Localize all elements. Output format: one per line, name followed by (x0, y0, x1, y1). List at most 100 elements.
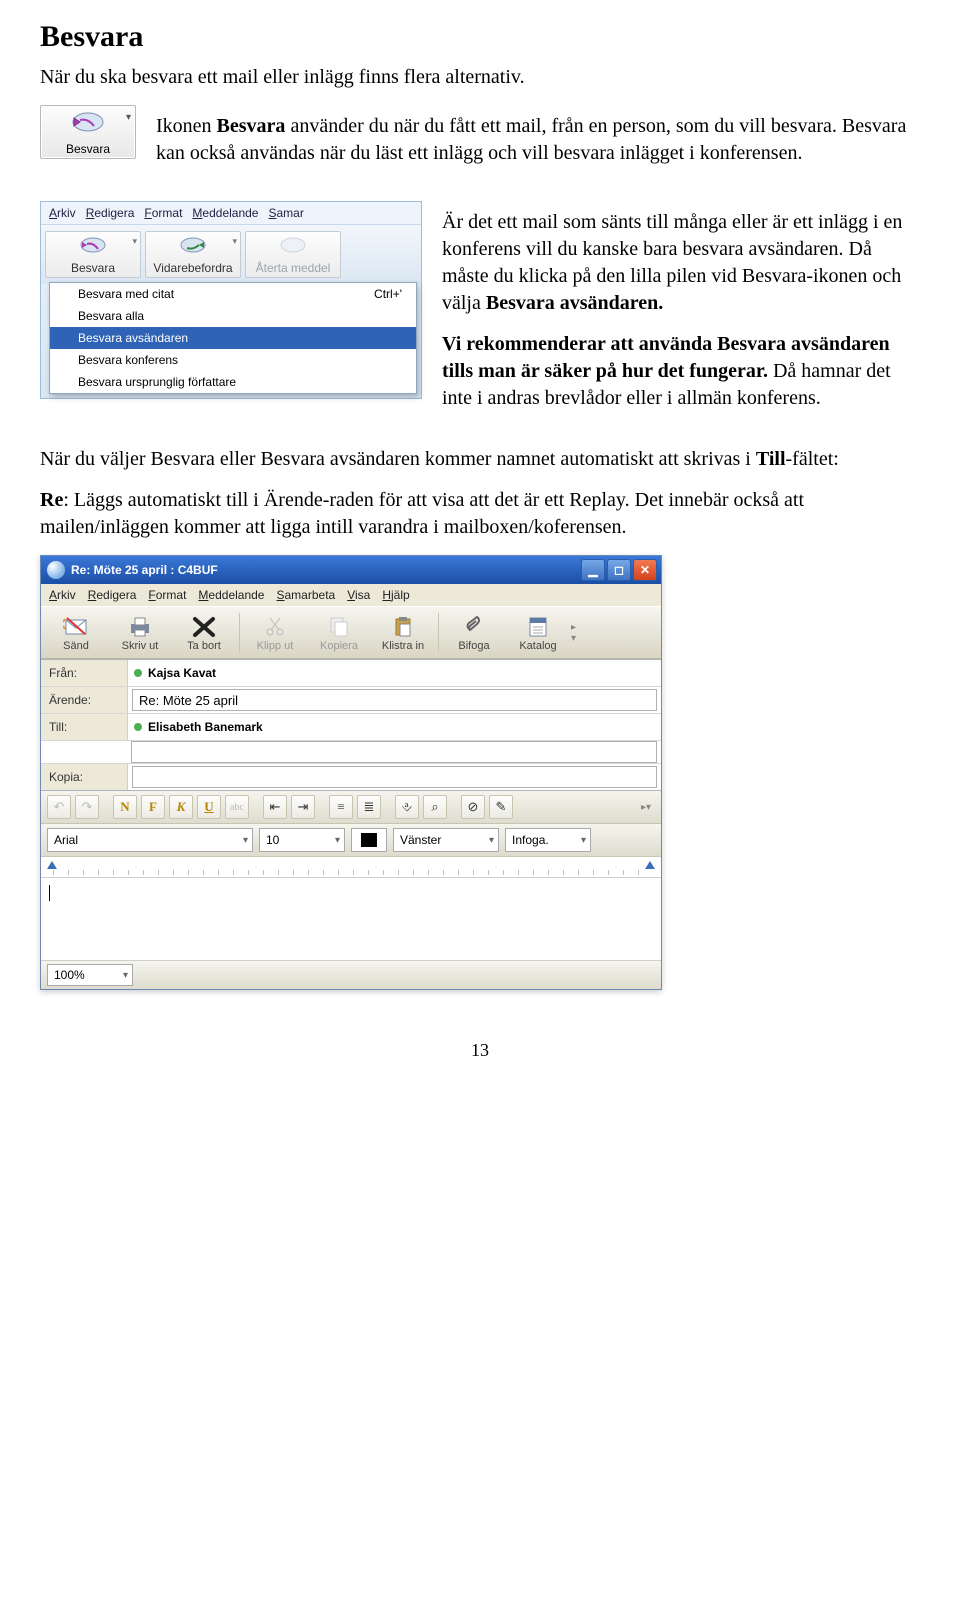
maximize-button[interactable]: ◻ (607, 559, 631, 581)
toolbar-overflow-icon[interactable]: ▸▾ (641, 802, 655, 813)
menu-visa[interactable]: Visa (347, 588, 370, 602)
toolbar-bifoga[interactable]: Bifoga (443, 611, 505, 654)
toolbar-label: Återta meddel (248, 261, 338, 275)
insert-button[interactable]: ⎀ (395, 795, 419, 819)
paragraph-4: När du väljer Besvara eller Besvara avsä… (40, 446, 920, 473)
ruler[interactable] (41, 857, 661, 878)
fontsize-select[interactable]: 10 (259, 828, 345, 852)
toolbar-katalog[interactable]: Katalog (507, 611, 569, 654)
block-button[interactable]: ⊘ (461, 795, 485, 819)
to-extra-input[interactable] (131, 741, 657, 763)
menubar: Arkiv Redigera Format Meddelande Samar (41, 202, 421, 224)
menu-item-besvara-alla[interactable]: Besvara alla (50, 305, 416, 327)
color-select[interactable] (351, 828, 387, 852)
cut-icon (261, 613, 289, 639)
toolbar-tabort[interactable]: Ta bort (173, 611, 235, 654)
indent-button[interactable]: ⇥ (291, 795, 315, 819)
toolbar-label: Vidarebefordra (148, 261, 238, 275)
menu-item-besvara-citat[interactable]: Besvara med citat Ctrl+' (50, 283, 416, 305)
menu-meddelande[interactable]: Meddelande (198, 588, 264, 602)
underline-button[interactable]: U (197, 795, 221, 819)
italic-button[interactable]: K (169, 795, 193, 819)
toolbar-vidarebefordra[interactable]: ▾ Vidarebefordra (145, 231, 241, 278)
reply-icon (68, 110, 108, 140)
font-select[interactable]: Arial (47, 828, 253, 852)
toolbar-sand[interactable]: Sänd (45, 611, 107, 654)
strike-button[interactable]: abc (225, 795, 249, 819)
attach-icon (460, 613, 488, 639)
besvara-button-label: Besvara (43, 142, 133, 156)
compose-menubar: Arkiv Redigera Format Meddelande Samarbe… (41, 584, 661, 606)
text-caret (49, 885, 50, 901)
insert-select[interactable]: Infoga. (505, 828, 591, 852)
menu-item-besvara-avsandaren[interactable]: Besvara avsändaren (50, 327, 416, 349)
toolbar: ▾ Besvara ▾ Vidarebefordra (41, 224, 421, 284)
minimize-button[interactable]: ▁ (581, 559, 605, 581)
from-label: Från: (41, 660, 128, 686)
paragraph-5: Re: Läggs automatiskt till i Ärende-rade… (40, 487, 920, 541)
toolbar-besvara[interactable]: ▾ Besvara (45, 231, 141, 278)
menu-arkiv[interactable]: Arkiv (49, 588, 76, 602)
outdent-button[interactable]: ⇤ (263, 795, 287, 819)
undo-button[interactable]: ↶ (47, 795, 71, 819)
retract-icon (276, 235, 310, 259)
menu-arkiv[interactable]: Arkiv (49, 206, 76, 220)
paragraph-2: Är det ett mail som sänts till många ell… (442, 209, 920, 317)
format-toolbar-1: ↶ ↷ N F K U abc ⇤ ⇥ ≡ ≣ ⎀ ⌕ ⊘ ✎ ▸▾ (41, 791, 661, 824)
paste-icon (389, 613, 417, 639)
menu-format[interactable]: Format (148, 588, 186, 602)
print-icon (126, 613, 154, 639)
to-value[interactable]: Elisabeth Banemark (132, 716, 657, 738)
toolbar-skrivut[interactable]: Skriv ut (109, 611, 171, 654)
toolbar-overflow-icon[interactable]: ▸▾ (571, 611, 585, 654)
toolbar-klipput: Klipp ut (244, 611, 306, 654)
page-number: 13 (40, 1040, 920, 1061)
catalog-icon (524, 613, 552, 639)
bullet-list-button[interactable]: ≡ (329, 795, 353, 819)
intro-paragraph: När du ska besvara ett mail eller inlägg… (40, 64, 920, 91)
menu-meddelande[interactable]: Meddelande (192, 206, 258, 220)
menu-redigera[interactable]: Redigera (88, 588, 137, 602)
titlebar: Re: Möte 25 april : C4BUF ▁ ◻ ✕ (41, 556, 661, 584)
besvara-dropdown-menu: Besvara med citat Ctrl+' Besvara alla Be… (49, 282, 417, 394)
paragraph-3: Vi rekommenderar att använda Besvara avs… (442, 331, 920, 412)
cc-input[interactable] (132, 766, 657, 788)
message-headers: Från: Kajsa Kavat Ärende: Till: Elisabet… (41, 659, 661, 791)
delete-icon (190, 613, 218, 639)
align-select[interactable]: Vänster (393, 828, 499, 852)
chevron-down-icon[interactable]: ▾ (132, 236, 137, 247)
toolbar-kopiera: Kopiera (308, 611, 370, 654)
forward-icon (176, 235, 210, 259)
menu-hjalp[interactable]: Hjälp (382, 588, 409, 602)
menu-item-besvara-ursprunglig[interactable]: Besvara ursprunglig författare (50, 371, 416, 393)
chevron-down-icon[interactable]: ▾ (232, 236, 237, 247)
paragraph-1: Ikonen Besvara använder du när du fått e… (156, 113, 920, 167)
page-heading: Besvara (40, 20, 920, 54)
number-list-button[interactable]: ≣ (357, 795, 381, 819)
chevron-down-icon[interactable]: ▾ (126, 112, 131, 123)
compose-toolbar: Sänd Skriv ut Ta bort Klipp ut Kopiera K… (41, 606, 661, 659)
find-button[interactable]: ⌕ (423, 795, 447, 819)
close-button[interactable]: ✕ (633, 559, 657, 581)
menu-format[interactable]: Format (144, 206, 182, 220)
subject-input[interactable] (132, 689, 657, 711)
shortcut-label: Ctrl+' (374, 287, 402, 301)
menu-item-besvara-konferens[interactable]: Besvara konferens (50, 349, 416, 371)
highlight-button[interactable]: ✎ (489, 795, 513, 819)
to-label: Till: (41, 714, 128, 740)
toolbar-klistrain[interactable]: Klistra in (372, 611, 434, 654)
menu-samarbeta[interactable]: Samarbeta (276, 588, 335, 602)
zoom-select[interactable]: 100% (47, 964, 133, 986)
reply-dropdown-screenshot: Arkiv Redigera Format Meddelande Samar ▾… (40, 201, 422, 399)
window-icon (47, 561, 65, 579)
besvara-toolbar-button[interactable]: ▾ Besvara (40, 105, 136, 159)
menu-redigera[interactable]: Redigera (86, 206, 135, 220)
bold-f-button[interactable]: F (141, 795, 165, 819)
presence-icon (134, 723, 142, 731)
from-value: Kajsa Kavat (132, 662, 657, 684)
menu-samarbeta[interactable]: Samar (268, 206, 303, 220)
bold-button[interactable]: N (113, 795, 137, 819)
redo-button[interactable]: ↷ (75, 795, 99, 819)
message-body-editor[interactable] (41, 878, 661, 961)
toolbar-label: Besvara (48, 261, 138, 275)
